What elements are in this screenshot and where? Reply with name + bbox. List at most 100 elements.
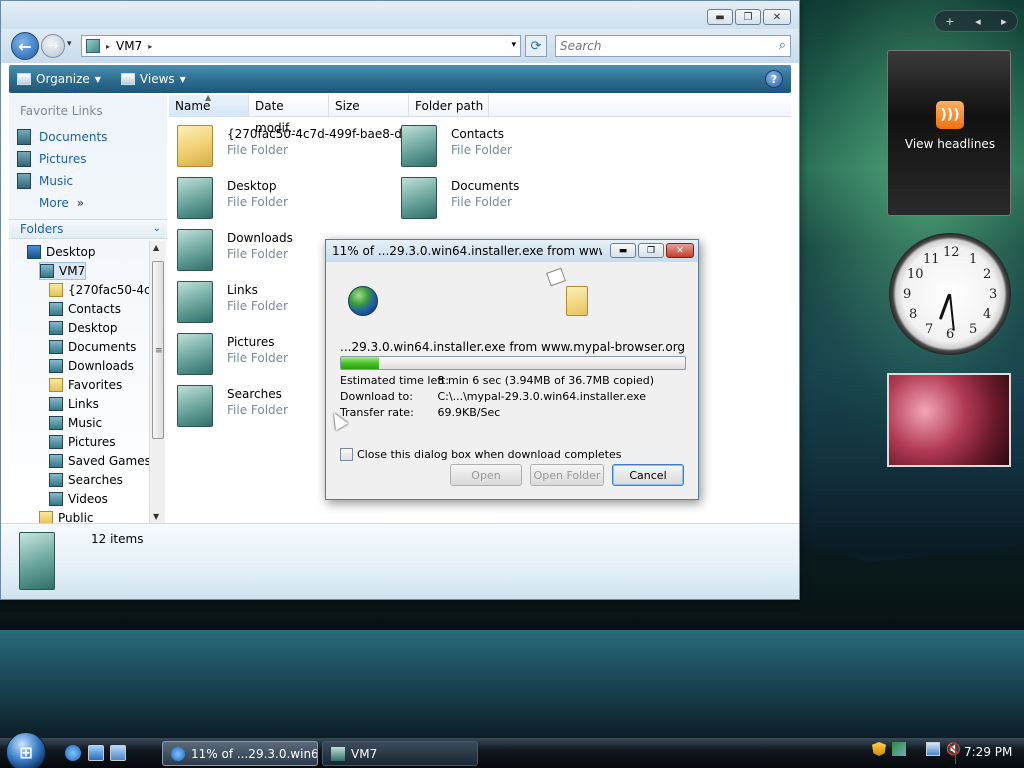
music-icon: [17, 173, 31, 189]
search-input[interactable]: [556, 36, 756, 56]
double-chevron-right-icon: »: [76, 196, 85, 210]
view-headlines-link[interactable]: View headlines: [888, 137, 1012, 151]
scroll-down-icon[interactable]: ▼: [153, 512, 159, 521]
tree-item-favorites[interactable]: Favorites: [49, 376, 122, 394]
tree-item-label: Music: [68, 416, 103, 430]
forward-button[interactable]: →: [41, 34, 65, 58]
dialog-minimize-button[interactable]: ▬: [610, 243, 636, 258]
tree-item-contacts[interactable]: Contacts: [49, 300, 121, 318]
address-dropdown-icon[interactable]: ▾: [511, 40, 516, 50]
explorer-titlebar[interactable]: ▬ ❐ ✕: [1, 1, 799, 29]
tree-item-links[interactable]: Links: [49, 395, 99, 413]
breadcrumb-vm7[interactable]: VM7: [116, 39, 142, 53]
column-date-modified[interactable]: Date modif...: [249, 95, 329, 135]
favorite-documents[interactable]: Documents: [17, 128, 107, 146]
music-icon: [49, 416, 63, 430]
clock-gadget: 12 1 2 3 4 5 6 7 8 9 10 11: [889, 233, 1011, 355]
column-name[interactable]: ▲ Name: [169, 93, 249, 117]
feed-headlines-gadget[interactable]: ))) View headlines: [887, 50, 1011, 216]
open-button[interactable]: Open: [450, 464, 522, 486]
address-box[interactable]: ▸ VM7 ▸ ▾: [81, 35, 521, 57]
close-when-done-checkbox[interactable]: [340, 448, 353, 461]
open-folder-button[interactable]: Open Folder: [530, 464, 604, 486]
start-button[interactable]: ⊞: [6, 732, 46, 768]
next-gadgets-button[interactable]: ▸: [1001, 15, 1007, 28]
tree-item-public[interactable]: Public: [39, 509, 94, 523]
network-icon[interactable]: [926, 742, 940, 756]
views-icon: [120, 73, 135, 85]
organize-icon: [17, 73, 31, 85]
file-type: File Folder: [227, 195, 288, 209]
dialog-titlebar[interactable]: 11% of ...29.3.0.win64.installer.exe fro…: [326, 240, 698, 262]
clock-number: 4: [983, 307, 992, 322]
cancel-button[interactable]: Cancel: [612, 464, 684, 486]
minute-hand: [949, 293, 955, 331]
internet-explorer-icon[interactable]: [65, 745, 81, 761]
folders-header[interactable]: Folders ⌄: [9, 219, 167, 239]
favorite-music[interactable]: Music: [17, 172, 73, 190]
breadcrumb-arrow-icon[interactable]: ▸: [148, 42, 152, 51]
tree-item-label: Desktop: [68, 321, 118, 335]
tree-scrollbar[interactable]: ▲ ≡ ▼: [149, 241, 165, 523]
file-name: {270fac50-4c7d-499f-bae8-d...: [227, 127, 414, 141]
views-label: Views: [139, 72, 175, 86]
file-item-contacts[interactable]: Contacts File Folder: [393, 121, 613, 169]
file-item-guid-folder[interactable]: {270fac50-4c7d-499f-bae8-d... File Folde…: [169, 121, 413, 169]
chevron-down-icon: ⌄: [152, 223, 161, 234]
tree-item-vm7[interactable]: VM7: [39, 262, 87, 280]
refresh-button[interactable]: ⟳: [525, 35, 547, 57]
volume-muted-icon[interactable]: 🔇: [946, 742, 961, 756]
scroll-up-icon[interactable]: ▲: [153, 243, 159, 252]
organize-button[interactable]: Organize ▼: [17, 72, 101, 86]
column-label: Folder path: [415, 99, 484, 113]
tree-item-saved-games[interactable]: Saved Games: [49, 452, 149, 470]
favorite-pictures[interactable]: Pictures: [17, 150, 87, 168]
slideshow-gadget[interactable]: [887, 373, 1011, 467]
file-name: Pictures: [227, 335, 275, 349]
add-gadget-button[interactable]: +: [945, 15, 954, 28]
tree-item-guid[interactable]: {270fac50-4c7d: [49, 281, 149, 299]
column-folder-path[interactable]: Folder path: [409, 95, 489, 117]
file-item-documents[interactable]: Documents File Folder: [393, 173, 613, 221]
scroll-thumb[interactable]: ≡: [152, 261, 164, 439]
windows-defender-icon[interactable]: [892, 742, 906, 756]
back-button[interactable]: ←: [11, 32, 39, 60]
tree-item-documents[interactable]: Documents: [49, 338, 136, 356]
arrow-left-icon: ←: [18, 36, 32, 56]
links-folder-icon: [177, 281, 213, 323]
tree-item-music[interactable]: Music: [49, 414, 102, 432]
tree-item-downloads[interactable]: Downloads: [49, 357, 134, 375]
chevron-down-icon: ▼: [179, 74, 186, 84]
taskbar-vm7-button[interactable]: VM7: [322, 741, 478, 766]
security-shield-icon[interactable]: [872, 742, 886, 756]
show-desktop-icon[interactable]: [88, 745, 104, 761]
help-icon[interactable]: ?: [765, 70, 783, 88]
switch-windows-icon[interactable]: [110, 745, 126, 761]
tree-item-pictures[interactable]: Pictures: [49, 433, 116, 451]
views-button[interactable]: Views ▼: [120, 72, 186, 86]
tree-item-videos[interactable]: Videos: [49, 490, 108, 508]
close-button[interactable]: ✕: [763, 9, 791, 25]
search-icon[interactable]: ⌕: [779, 38, 786, 53]
taskbar-download-button[interactable]: 11% of ...29.3.0.win6...: [162, 741, 318, 766]
favorite-more[interactable]: More »: [39, 194, 84, 212]
breadcrumb-arrow-icon[interactable]: ▸: [106, 42, 110, 51]
close-when-done-option[interactable]: Close this dialog box when download comp…: [340, 448, 621, 461]
file-item-desktop[interactable]: Desktop File Folder: [169, 173, 389, 221]
dialog-maximize-button[interactable]: ❐: [638, 243, 664, 258]
dialog-close-button[interactable]: ✕: [666, 243, 694, 258]
minimize-button[interactable]: ▬: [707, 9, 733, 25]
user-folder-icon: [331, 746, 345, 761]
favorites-icon: [49, 378, 63, 392]
tree-item-label: Searches: [68, 473, 123, 487]
taskbar-clock[interactable]: 7:29 PM: [964, 745, 1012, 759]
column-label: Size: [335, 99, 360, 113]
tree-item-desktop-folder[interactable]: Desktop: [49, 319, 118, 337]
previous-gadgets-button[interactable]: ◂: [975, 15, 981, 28]
column-size[interactable]: Size: [329, 95, 409, 117]
tree-item-desktop[interactable]: Desktop: [27, 243, 96, 261]
recent-pages-dropdown[interactable]: ▾: [67, 39, 72, 49]
tree-item-searches[interactable]: Searches: [49, 471, 123, 489]
desktop-lake: [0, 630, 1024, 738]
maximize-button[interactable]: ❐: [735, 9, 761, 25]
